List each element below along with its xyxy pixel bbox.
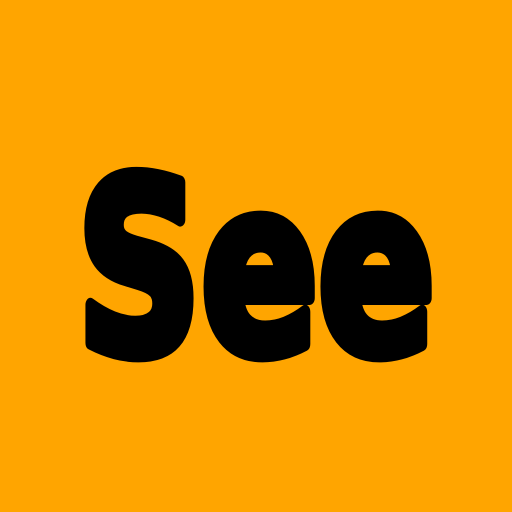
word-text: See: [77, 129, 435, 409]
word-display: See: [0, 0, 512, 512]
word-card: See: [0, 0, 512, 512]
word-graphic: See: [70, 122, 442, 416]
